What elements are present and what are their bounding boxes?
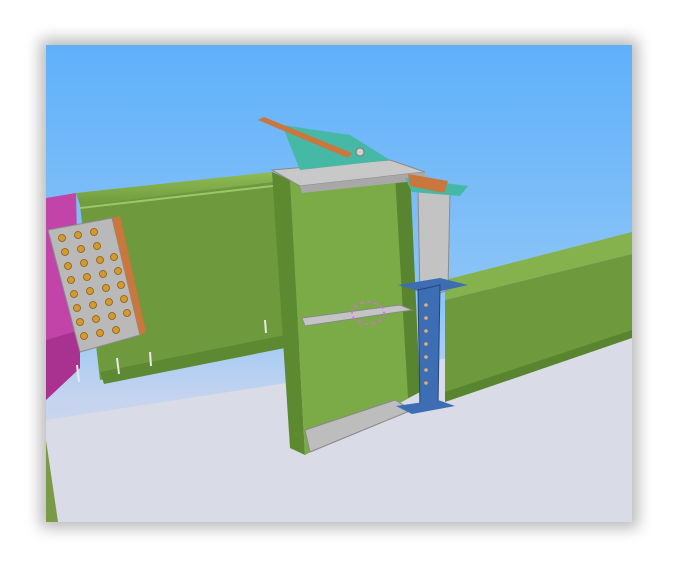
3d-scene[interactable] [46,45,632,522]
blue-clip-web [417,284,441,411]
model-viewport[interactable] [46,45,632,522]
